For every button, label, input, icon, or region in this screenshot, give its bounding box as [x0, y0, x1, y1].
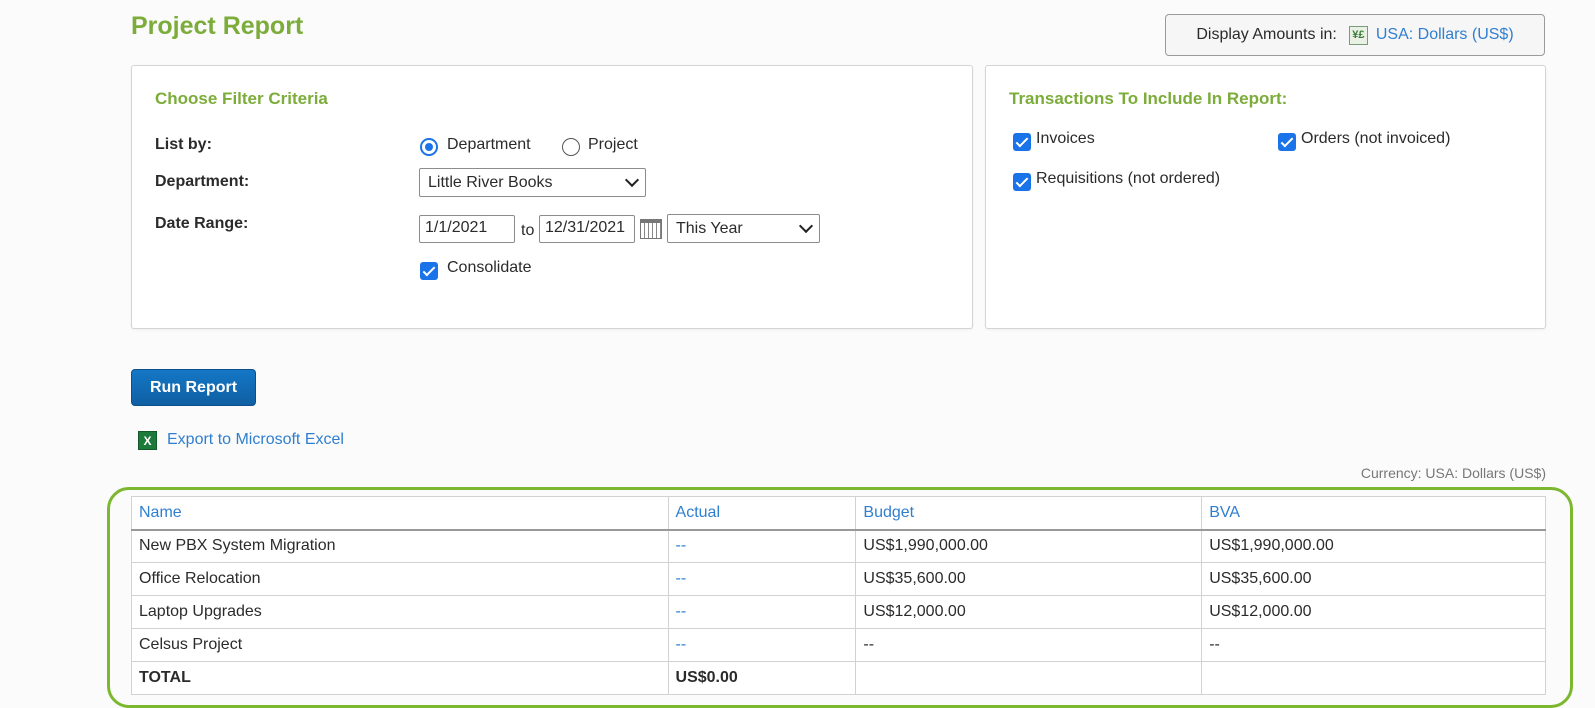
transactions-panel: Transactions To Include In Report: Invoi…: [985, 65, 1546, 329]
table-header-row: Name Actual Budget BVA: [131, 496, 1546, 531]
filter-panel: Choose Filter Criteria List by: Departme…: [131, 65, 973, 329]
cell-bva: US$35,600.00: [1201, 562, 1546, 596]
department-label: Department:: [155, 173, 250, 190]
table-row: Celsus Project -- -- --: [131, 628, 1546, 662]
cell-budget: US$12,000.00: [855, 595, 1203, 629]
date-preset-select[interactable]: This Year: [667, 214, 820, 243]
cell-actual[interactable]: --: [667, 562, 857, 596]
report-currency-note: Currency: USA: Dollars (US$): [1360, 465, 1546, 481]
cell-total-label: TOTAL: [131, 661, 669, 695]
export-excel-link[interactable]: Export to Microsoft Excel: [167, 431, 344, 449]
orders-checkbox[interactable]: [1278, 133, 1296, 151]
cell-budget: US$1,990,000.00: [855, 529, 1203, 563]
cell-bva: --: [1201, 628, 1546, 662]
table-row: Laptop Upgrades -- US$12,000.00 US$12,00…: [131, 595, 1546, 629]
cell-bva: US$1,990,000.00: [1201, 529, 1546, 563]
run-report-button[interactable]: Run Report: [131, 369, 256, 406]
date-range-label: Date Range:: [155, 215, 249, 232]
cell-name: New PBX System Migration: [131, 529, 669, 563]
department-select[interactable]: Little River Books: [419, 168, 646, 197]
cell-name: Office Relocation: [131, 562, 669, 596]
requisitions-checkbox[interactable]: [1013, 173, 1031, 191]
excel-icon: X: [138, 431, 157, 450]
filter-heading: Choose Filter Criteria: [155, 89, 328, 108]
cell-actual[interactable]: --: [667, 595, 857, 629]
radio-project[interactable]: [562, 138, 580, 156]
cell-total-budget: [855, 661, 1203, 695]
department-select-value: Little River Books: [428, 173, 553, 191]
date-to-word: to: [521, 222, 535, 239]
display-amounts-box: Display Amounts in: ¥£ USA: Dollars (US$…: [1165, 14, 1545, 56]
table-row: New PBX System Migration -- US$1,990,000…: [131, 529, 1546, 563]
invoices-checkbox[interactable]: [1013, 133, 1031, 151]
cell-total-bva: [1201, 661, 1546, 695]
radio-project-label: Project: [588, 136, 638, 153]
radio-department-label: Department: [447, 136, 531, 153]
column-header-budget[interactable]: Budget: [855, 496, 1203, 531]
table-row: Office Relocation -- US$35,600.00 US$35,…: [131, 562, 1546, 596]
date-preset-value: This Year: [676, 219, 743, 237]
chevron-down-icon: [798, 218, 814, 234]
date-from-input[interactable]: 1/1/2021: [419, 215, 515, 243]
orders-label: Orders (not invoiced): [1301, 130, 1451, 147]
cell-total-actual: US$0.00: [667, 661, 857, 695]
page-title: Project Report: [131, 12, 304, 40]
consolidate-checkbox[interactable]: [420, 262, 438, 280]
column-header-bva[interactable]: BVA: [1201, 496, 1546, 531]
requisitions-label: Requisitions (not ordered): [1036, 170, 1221, 187]
consolidate-label: Consolidate: [447, 259, 532, 276]
cell-bva: US$12,000.00: [1201, 595, 1546, 629]
cell-actual[interactable]: --: [667, 628, 857, 662]
list-by-label: List by:: [155, 136, 212, 153]
cell-actual[interactable]: --: [667, 529, 857, 563]
cell-budget: US$35,600.00: [855, 562, 1203, 596]
cell-budget: --: [855, 628, 1203, 662]
invoices-label: Invoices: [1036, 130, 1095, 147]
date-to-input[interactable]: 12/31/2021: [539, 215, 635, 243]
column-header-actual[interactable]: Actual: [667, 496, 857, 531]
cell-name: Celsus Project: [131, 628, 669, 662]
display-currency-link[interactable]: USA: Dollars (US$): [1376, 26, 1514, 44]
cell-name: Laptop Upgrades: [131, 595, 669, 629]
currency-icon: ¥£: [1348, 25, 1368, 45]
transactions-heading: Transactions To Include In Report:: [1009, 89, 1288, 108]
table-total-row: TOTAL US$0.00: [131, 661, 1546, 695]
chevron-down-icon: [624, 172, 640, 188]
column-header-name[interactable]: Name: [131, 496, 669, 531]
report-table: Name Actual Budget BVA New PBX System Mi…: [131, 496, 1546, 695]
radio-department[interactable]: [420, 138, 438, 156]
display-amounts-label: Display Amounts in:: [1196, 26, 1337, 43]
calendar-icon[interactable]: [640, 219, 662, 239]
